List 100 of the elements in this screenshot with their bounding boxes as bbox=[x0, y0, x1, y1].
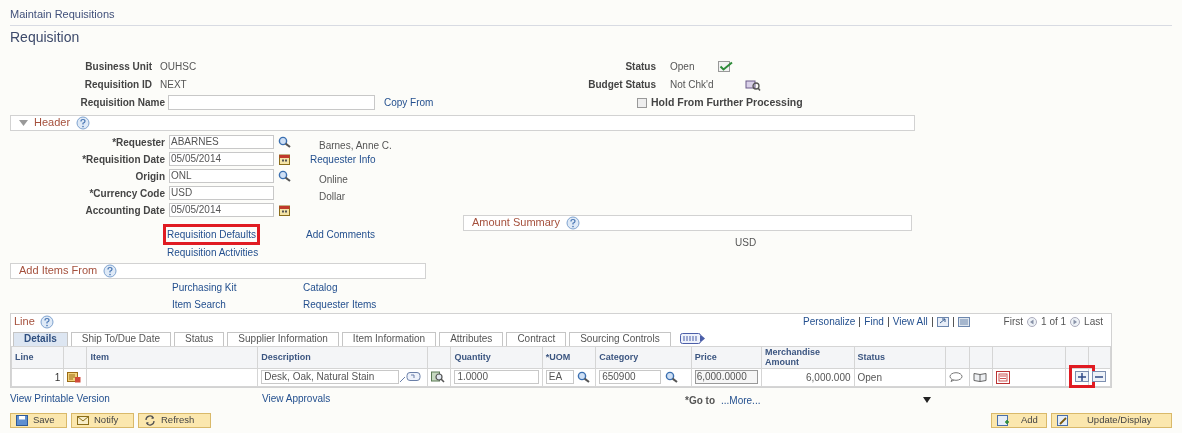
link[interactable]: Catalog bbox=[303, 279, 453, 295]
dropdown-value: ...More... bbox=[721, 393, 761, 408]
item-lookup-icon[interactable] bbox=[431, 371, 446, 383]
button[interactable]: Notify bbox=[71, 412, 134, 428]
field-value: Not Chk'd bbox=[670, 78, 715, 92]
search-icon[interactable] bbox=[665, 371, 679, 383]
grid-toolbar-link[interactable]: Find bbox=[864, 314, 884, 329]
first-link[interactable]: First bbox=[1003, 314, 1024, 329]
comment-icon[interactable] bbox=[949, 372, 963, 382]
button[interactable]: Update/Display bbox=[1051, 412, 1172, 428]
link[interactable]: Requisition Activities bbox=[166, 244, 260, 260]
section-title: Line bbox=[14, 314, 35, 330]
column-header: *UOM bbox=[545, 352, 571, 362]
tab[interactable]: Sourcing Controls bbox=[569, 331, 671, 346]
grid-toolbar-link[interactable]: View All bbox=[892, 314, 928, 329]
input-field[interactable]: ONL bbox=[169, 169, 274, 183]
tab[interactable]: Details bbox=[13, 331, 68, 346]
tab[interactable]: Ship To/Due Date bbox=[70, 331, 171, 346]
tab[interactable]: Status bbox=[174, 331, 225, 346]
link[interactable]: Item Search bbox=[172, 296, 303, 312]
dropdown-arrow-icon[interactable] bbox=[923, 397, 931, 403]
field-label: Requisition ID bbox=[83, 78, 152, 92]
button[interactable]: Refresh bbox=[138, 412, 211, 428]
calendar-icon[interactable] bbox=[278, 204, 290, 216]
link[interactable]: View Approvals bbox=[262, 391, 685, 406]
field-label: *Requester bbox=[111, 135, 165, 150]
save-icon bbox=[16, 414, 28, 426]
budget-icon[interactable] bbox=[745, 78, 761, 91]
link[interactable]: Add Comments bbox=[305, 226, 376, 242]
link[interactable]: Requester Items bbox=[303, 296, 453, 312]
help-icon[interactable] bbox=[566, 215, 581, 230]
input-field[interactable]: EA bbox=[545, 370, 574, 384]
check-icon[interactable] bbox=[718, 61, 733, 72]
input-field[interactable]: 05/05/2014 bbox=[169, 203, 274, 217]
caret-icon[interactable] bbox=[19, 119, 28, 126]
pencil-icon bbox=[1057, 414, 1069, 426]
button[interactable]: Save bbox=[10, 412, 67, 428]
checkbox-label: Hold From Further Processing bbox=[651, 94, 803, 110]
input-field[interactable]: 6,000.0000 bbox=[694, 370, 759, 384]
input-field[interactable]: 1.0000 bbox=[454, 370, 539, 384]
input-field[interactable]: Desk, Oak, Natural Stain bbox=[261, 370, 400, 384]
help-icon[interactable] bbox=[39, 314, 54, 329]
table-cell: 1 bbox=[54, 371, 61, 383]
field-value: OUHSC bbox=[160, 60, 197, 74]
column-header: Line bbox=[15, 352, 34, 362]
field-label: Accounting Date bbox=[84, 203, 165, 218]
tab[interactable]: Attributes bbox=[439, 331, 504, 346]
tab[interactable]: Item Information bbox=[341, 331, 437, 346]
last-link[interactable]: Last bbox=[1084, 314, 1103, 329]
calendar-icon[interactable] bbox=[278, 153, 290, 165]
goto-dropdown[interactable]: ...More... bbox=[721, 392, 931, 408]
plus-icon bbox=[1077, 372, 1086, 381]
table-cell: Open bbox=[857, 371, 882, 383]
field-label: *Requisition Date bbox=[81, 152, 165, 167]
grid-toolbar-link[interactable]: Personalize bbox=[803, 314, 856, 329]
link[interactable]: Purchasing Kit bbox=[172, 279, 303, 295]
requester-info-link[interactable]: Requester Info bbox=[310, 151, 376, 167]
column-header: Merchandise Amount bbox=[765, 347, 821, 367]
checkbox[interactable] bbox=[637, 97, 647, 108]
field-label: Business Unit bbox=[84, 60, 152, 74]
section-title: Header bbox=[34, 115, 71, 131]
add-icon bbox=[997, 414, 1009, 426]
search-icon[interactable] bbox=[277, 136, 291, 148]
item-detail-icon[interactable] bbox=[67, 371, 82, 383]
tab[interactable]: Contract bbox=[506, 331, 567, 346]
refresh-icon bbox=[144, 414, 156, 426]
show-all-columns-icon[interactable] bbox=[679, 332, 706, 344]
input-field[interactable]: 05/05/2014 bbox=[169, 152, 274, 166]
search-icon[interactable] bbox=[576, 371, 590, 383]
zoom-grid-icon[interactable] bbox=[936, 316, 949, 327]
help-icon[interactable] bbox=[103, 263, 118, 278]
edit-text-icon[interactable] bbox=[399, 371, 422, 383]
section-title: Amount Summary bbox=[472, 215, 561, 231]
add-row-button[interactable] bbox=[1074, 371, 1089, 382]
report-icon[interactable] bbox=[996, 370, 1011, 384]
input-field[interactable]: 650900 bbox=[599, 370, 662, 384]
tab[interactable]: Supplier Information bbox=[227, 331, 339, 346]
button[interactable]: Add bbox=[991, 412, 1047, 428]
search-icon[interactable] bbox=[277, 170, 291, 182]
input-field[interactable] bbox=[168, 95, 375, 110]
next-icon[interactable] bbox=[1070, 316, 1081, 327]
currency-label: USD bbox=[735, 235, 758, 250]
breadcrumb[interactable]: Maintain Requisitions bbox=[10, 6, 1172, 26]
field-label: *Go to bbox=[685, 393, 715, 408]
previous-icon[interactable] bbox=[1027, 316, 1038, 327]
link[interactable]: View Printable Version bbox=[10, 391, 262, 406]
input-field[interactable]: USD bbox=[169, 186, 274, 200]
link[interactable]: Requisition Defaults bbox=[166, 226, 257, 242]
book-icon[interactable] bbox=[973, 372, 988, 382]
column-header: Status bbox=[857, 352, 886, 362]
input-field[interactable]: ABARNES bbox=[169, 135, 274, 149]
page-title: Requisition bbox=[10, 27, 81, 47]
help-icon[interactable] bbox=[76, 115, 91, 130]
column-header: Price bbox=[694, 352, 717, 362]
section-title: Add Items From bbox=[19, 263, 98, 279]
copy-from-link[interactable]: Copy From bbox=[384, 95, 434, 110]
field-label: Origin bbox=[134, 169, 165, 184]
column-header: Item bbox=[90, 352, 109, 362]
delete-row-button[interactable] bbox=[1092, 371, 1107, 382]
field-description: Barnes, Anne C. bbox=[319, 138, 392, 153]
